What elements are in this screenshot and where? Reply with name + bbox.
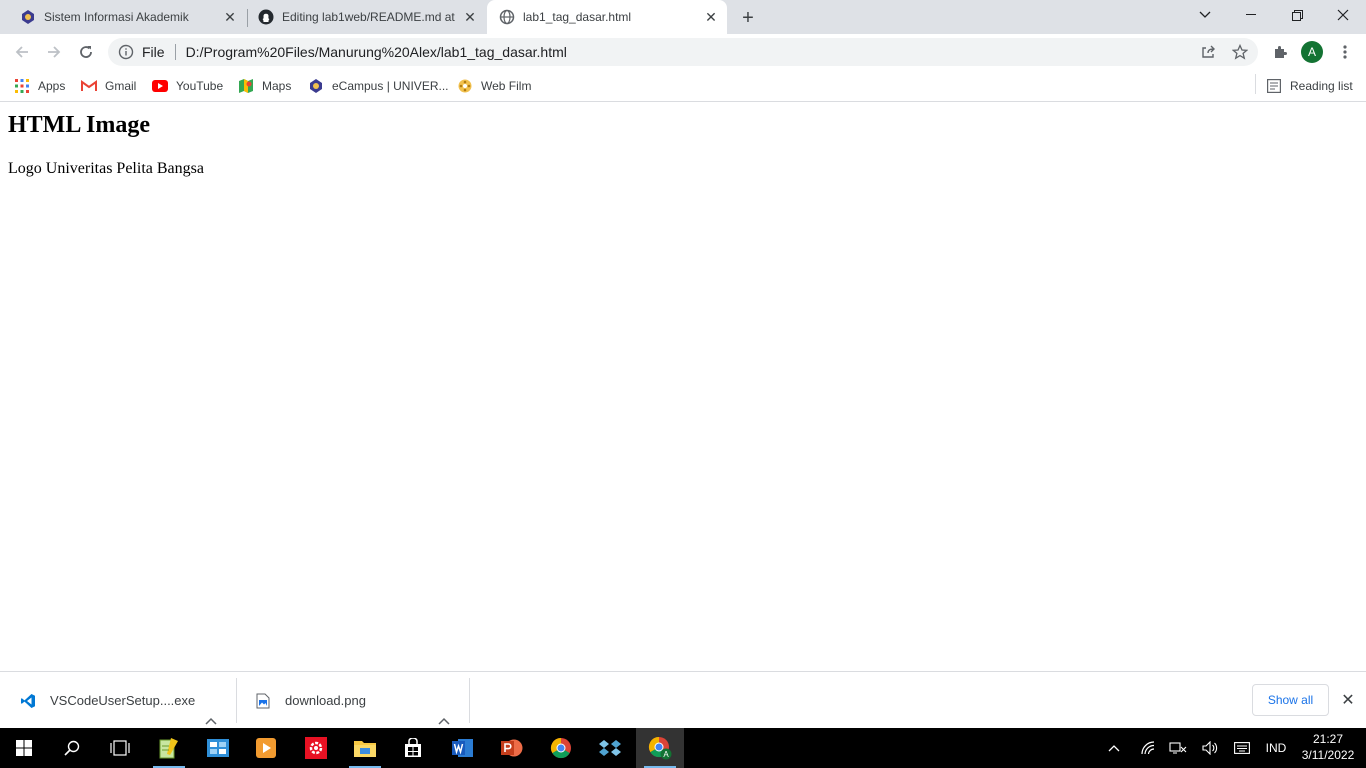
tab-sistem-informasi[interactable]: Sistem Informasi Akademik ✕ bbox=[0, 0, 246, 34]
taskbar: A IND 21:27 3/11/2022 bbox=[0, 728, 1366, 768]
tab-lab1-tag-dasar[interactable]: lab1_tag_dasar.html ✕ bbox=[487, 0, 727, 34]
film-icon bbox=[457, 78, 473, 94]
bookmark-web-film[interactable]: Web Film bbox=[457, 76, 531, 96]
task-view-icon[interactable] bbox=[96, 728, 144, 768]
download-filename: download.png bbox=[285, 693, 366, 708]
forward-button[interactable] bbox=[40, 38, 68, 66]
close-icon[interactable]: ✕ bbox=[460, 7, 480, 27]
show-all-button[interactable]: Show all bbox=[1252, 684, 1329, 716]
media-player-icon[interactable] bbox=[242, 728, 290, 768]
tab-title: Sistem Informasi Akademik bbox=[44, 10, 189, 24]
close-window-button[interactable] bbox=[1320, 0, 1366, 30]
browser-toolbar: File D:/Program%20Files/Manurung%20Alex/… bbox=[0, 34, 1366, 70]
tab-title: lab1_tag_dasar.html bbox=[523, 10, 632, 24]
control-panel-icon[interactable] bbox=[194, 728, 242, 768]
svg-text:A: A bbox=[663, 750, 669, 759]
chrome-icon[interactable] bbox=[537, 728, 585, 768]
apps-grid-icon bbox=[14, 78, 30, 94]
download-divider bbox=[469, 678, 470, 723]
app-gear-icon[interactable] bbox=[292, 728, 340, 768]
omnibox-divider bbox=[174, 44, 176, 60]
input-language[interactable]: IND bbox=[1262, 728, 1290, 768]
image-alt-text: Logo Univeritas Pelita Bangsa bbox=[8, 159, 204, 177]
chevron-up-icon[interactable] bbox=[1102, 728, 1126, 768]
bookmarks-bar: Apps Gmail YouTube Maps eCampus | UNIVER… bbox=[0, 70, 1366, 102]
url-scheme: File bbox=[142, 44, 165, 60]
bookmark-label: Gmail bbox=[105, 79, 137, 93]
bookmark-label: Web Film bbox=[481, 79, 532, 93]
gmail-icon bbox=[81, 78, 97, 94]
close-icon[interactable]: ✕ bbox=[220, 7, 240, 27]
download-item-vscode[interactable]: VSCodeUserSetup....exe bbox=[20, 672, 195, 729]
reading-list-label: Reading list bbox=[1290, 79, 1353, 93]
maps-icon bbox=[238, 78, 254, 94]
restore-button[interactable] bbox=[1274, 0, 1320, 30]
bookmark-label: Maps bbox=[262, 79, 292, 93]
game-controller-icon[interactable] bbox=[586, 728, 634, 768]
bookmark-maps[interactable]: Maps bbox=[238, 76, 291, 96]
download-filename: VSCodeUserSetup....exe bbox=[50, 693, 196, 708]
vscode-icon bbox=[20, 693, 36, 709]
chrome-profile-icon[interactable]: A bbox=[636, 728, 684, 768]
windows-start-icon[interactable] bbox=[0, 728, 48, 768]
bookmark-ecampus[interactable]: eCampus | UNIVER... bbox=[308, 76, 448, 96]
word-icon[interactable] bbox=[439, 728, 487, 768]
bookmark-label: eCampus | UNIVER... bbox=[332, 79, 449, 93]
tab-github-readme[interactable]: Editing lab1web/README.md at ✕ bbox=[248, 0, 486, 34]
clock[interactable]: 21:27 3/11/2022 bbox=[1296, 731, 1360, 763]
keyboard-icon[interactable] bbox=[1230, 728, 1254, 768]
notepad-plus-icon[interactable] bbox=[145, 728, 193, 768]
page-heading: HTML Image bbox=[8, 112, 150, 138]
address-bar[interactable]: File D:/Program%20Files/Manurung%20Alex/… bbox=[108, 38, 1258, 66]
search-icon[interactable] bbox=[48, 728, 96, 768]
wifi-icon[interactable] bbox=[1136, 728, 1160, 768]
volume-icon[interactable] bbox=[1198, 728, 1222, 768]
clock-date: 3/11/2022 bbox=[1301, 748, 1355, 762]
new-tab-button[interactable]: + bbox=[736, 6, 760, 30]
image-file-icon bbox=[255, 693, 271, 709]
download-item-png[interactable]: download.png bbox=[255, 672, 366, 729]
bookmark-youtube[interactable]: YouTube bbox=[152, 76, 223, 96]
youtube-icon bbox=[152, 78, 168, 94]
tab-strip: Sistem Informasi Akademik ✕ Editing lab1… bbox=[0, 0, 1366, 34]
globe-icon bbox=[499, 9, 515, 25]
bookmark-apps[interactable]: Apps bbox=[14, 76, 65, 96]
bookmark-gmail[interactable]: Gmail bbox=[81, 76, 136, 96]
bookmark-label: Apps bbox=[38, 79, 66, 93]
download-divider bbox=[236, 678, 237, 723]
university-logo-icon bbox=[20, 9, 36, 25]
university-logo-icon bbox=[308, 78, 324, 94]
file-explorer-icon[interactable] bbox=[341, 728, 389, 768]
store-icon[interactable] bbox=[389, 728, 437, 768]
tab-search-icon[interactable] bbox=[1182, 0, 1228, 30]
close-icon[interactable]: ✕ bbox=[1338, 690, 1358, 710]
reading-list-icon bbox=[1266, 78, 1282, 94]
url-text[interactable]: D:/Program%20Files/Manurung%20Alex/lab1_… bbox=[186, 44, 567, 60]
close-icon[interactable]: ✕ bbox=[701, 7, 721, 27]
extensions-icon[interactable] bbox=[1266, 38, 1294, 66]
menu-icon[interactable] bbox=[1331, 38, 1359, 66]
info-icon[interactable] bbox=[118, 44, 134, 60]
page-content: HTML Image Logo Univeritas Pelita Bangsa bbox=[0, 103, 1366, 671]
avatar[interactable]: A bbox=[1301, 41, 1323, 63]
clock-time: 21:27 bbox=[1312, 732, 1344, 746]
powerpoint-icon[interactable] bbox=[488, 728, 536, 768]
star-icon[interactable] bbox=[1226, 38, 1254, 66]
reading-list-button[interactable]: Reading list bbox=[1266, 76, 1353, 96]
back-button[interactable] bbox=[8, 38, 36, 66]
github-icon bbox=[258, 9, 274, 25]
minimize-button[interactable] bbox=[1228, 0, 1274, 30]
bookmarks-divider bbox=[1255, 74, 1256, 94]
broken-image: Logo Univeritas Pelita Bangsa bbox=[8, 158, 204, 179]
download-shelf: VSCodeUserSetup....exe download.png Show… bbox=[0, 671, 1366, 728]
tab-title: Editing lab1web/README.md at bbox=[282, 10, 455, 24]
bookmark-label: YouTube bbox=[176, 79, 224, 93]
network-icon[interactable] bbox=[1166, 728, 1190, 768]
reload-button[interactable] bbox=[72, 38, 100, 66]
share-icon[interactable] bbox=[1194, 38, 1222, 66]
